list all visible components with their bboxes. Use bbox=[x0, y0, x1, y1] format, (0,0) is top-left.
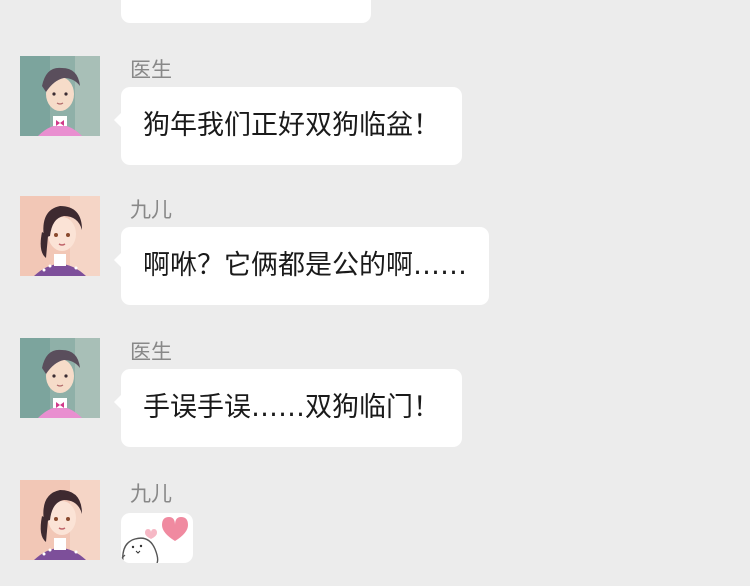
sender-name: 九儿 bbox=[130, 198, 172, 222]
jiuer-avatar-image bbox=[20, 196, 100, 276]
message-bubble[interactable]: 手误手误……双狗临门！ bbox=[114, 369, 462, 447]
sender-name: 医生 bbox=[130, 58, 172, 82]
jiuer-avatar[interactable] bbox=[20, 480, 100, 560]
previous-message-bubble[interactable] bbox=[121, 0, 371, 23]
heart-bird-sticker-icon bbox=[121, 517, 188, 563]
jiuer-avatar[interactable] bbox=[20, 196, 100, 276]
message-bubble[interactable]: 啊咻？它俩都是公的啊…… bbox=[114, 227, 489, 305]
message-bubble[interactable]: 狗年我们正好双狗临盆！ bbox=[114, 87, 462, 165]
doctor-avatar-image bbox=[20, 56, 100, 136]
sender-name: 九儿 bbox=[130, 482, 172, 506]
doctor-avatar[interactable] bbox=[20, 338, 100, 418]
doctor-avatar[interactable] bbox=[20, 56, 100, 136]
sticker-message[interactable] bbox=[121, 513, 193, 563]
sender-name: 医生 bbox=[130, 340, 172, 364]
doctor-avatar-image bbox=[20, 338, 100, 418]
jiuer-avatar-image bbox=[20, 480, 100, 560]
